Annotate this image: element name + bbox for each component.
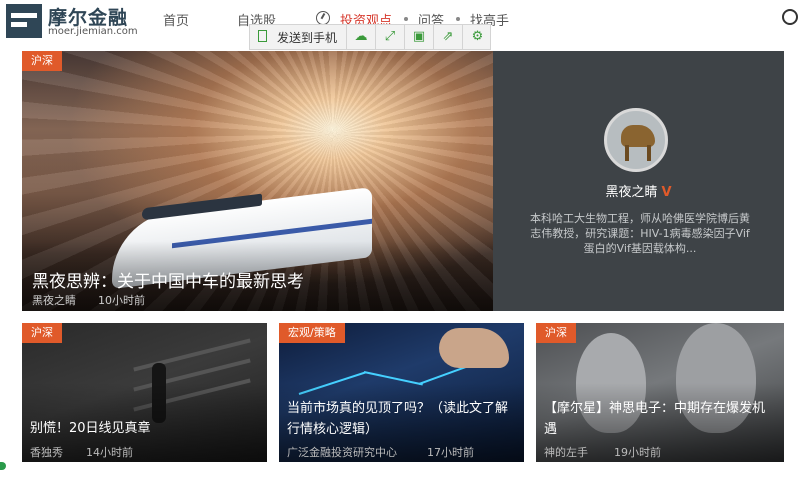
- settings-icon[interactable]: ⚙: [463, 25, 492, 49]
- category-tag[interactable]: 沪深: [22, 51, 62, 71]
- category-tag[interactable]: 宏观/策略: [279, 323, 345, 343]
- card-author[interactable]: 香独秀: [30, 444, 63, 460]
- hero-title[interactable]: 黑夜思辨：关于中国中车的最新思考: [32, 267, 304, 292]
- search-icon[interactable]: [782, 9, 798, 25]
- category-tag[interactable]: 沪深: [22, 323, 62, 343]
- article-card[interactable]: 沪深 【摩尔星】神思电子：中期存在爆发机遇 神的左手 19小时前: [536, 323, 784, 462]
- nav-separator: [456, 17, 460, 21]
- card-time: 14小时前: [86, 446, 133, 459]
- card-title[interactable]: 【摩尔星】神思电子：中期存在爆发机遇: [544, 398, 776, 440]
- document-icon: [258, 30, 267, 42]
- author-panel: 黑夜之睛 V 本科哈工大生物工程，师从哈佛医学院博后黄志伟教授，研究课题：HIV-…: [493, 51, 784, 311]
- card-author[interactable]: 广泛金融投资研究中心: [287, 444, 397, 460]
- card-title[interactable]: 别慌！20日线见真章: [30, 418, 151, 439]
- hand-image: [439, 328, 509, 368]
- share-toolbar: 发送到手机 ☁ ⤢ ▣ ⇗ ⚙: [249, 24, 491, 50]
- article-card[interactable]: 宏观/策略 当前市场真的见顶了吗？（读此文了解行情核心逻辑） 广泛金融投资研究中…: [279, 323, 524, 462]
- author-name-row[interactable]: 黑夜之睛 V: [493, 181, 784, 200]
- card-time: 19小时前: [614, 446, 661, 459]
- fullscreen-icon[interactable]: ⤢: [376, 25, 405, 49]
- card-author[interactable]: 神的左手: [544, 444, 588, 460]
- author-bio: 本科哈工大生物工程，师从哈佛医学院博后黄志伟教授，研究课题：HIV-1病毒感染因…: [530, 212, 750, 255]
- share-icon[interactable]: ⇗: [434, 25, 463, 49]
- send-to-phone-label: 发送到手机: [277, 31, 338, 45]
- avatar[interactable]: [604, 108, 668, 172]
- category-tag[interactable]: 沪深: [536, 323, 576, 343]
- send-to-phone-button[interactable]: 发送到手机: [250, 25, 347, 49]
- logo-icon[interactable]: [6, 4, 42, 38]
- card-time: 17小时前: [427, 446, 474, 459]
- status-dot: [0, 462, 6, 470]
- brand-url: moer.jiemian.com: [48, 26, 138, 37]
- hero-article[interactable]: 沪深 黑夜思辨：关于中国中车的最新思考 黑夜之睛 10小时前: [22, 51, 493, 311]
- hero-time: 10小时前: [98, 294, 145, 307]
- article-card[interactable]: 沪深 别慌！20日线见真章 香独秀 14小时前: [22, 323, 267, 462]
- save-icon[interactable]: ▣: [405, 25, 434, 49]
- compass-icon: [316, 11, 330, 25]
- card-title[interactable]: 当前市场真的见顶了吗？（读此文了解行情核心逻辑）: [287, 398, 519, 440]
- nav-item-home[interactable]: 首页: [163, 10, 189, 29]
- verified-icon: V: [661, 185, 672, 200]
- cloud-icon[interactable]: ☁: [347, 25, 376, 49]
- hero-author[interactable]: 黑夜之睛: [32, 292, 76, 308]
- nav-separator: [404, 17, 408, 21]
- author-name[interactable]: 黑夜之睛: [605, 185, 657, 200]
